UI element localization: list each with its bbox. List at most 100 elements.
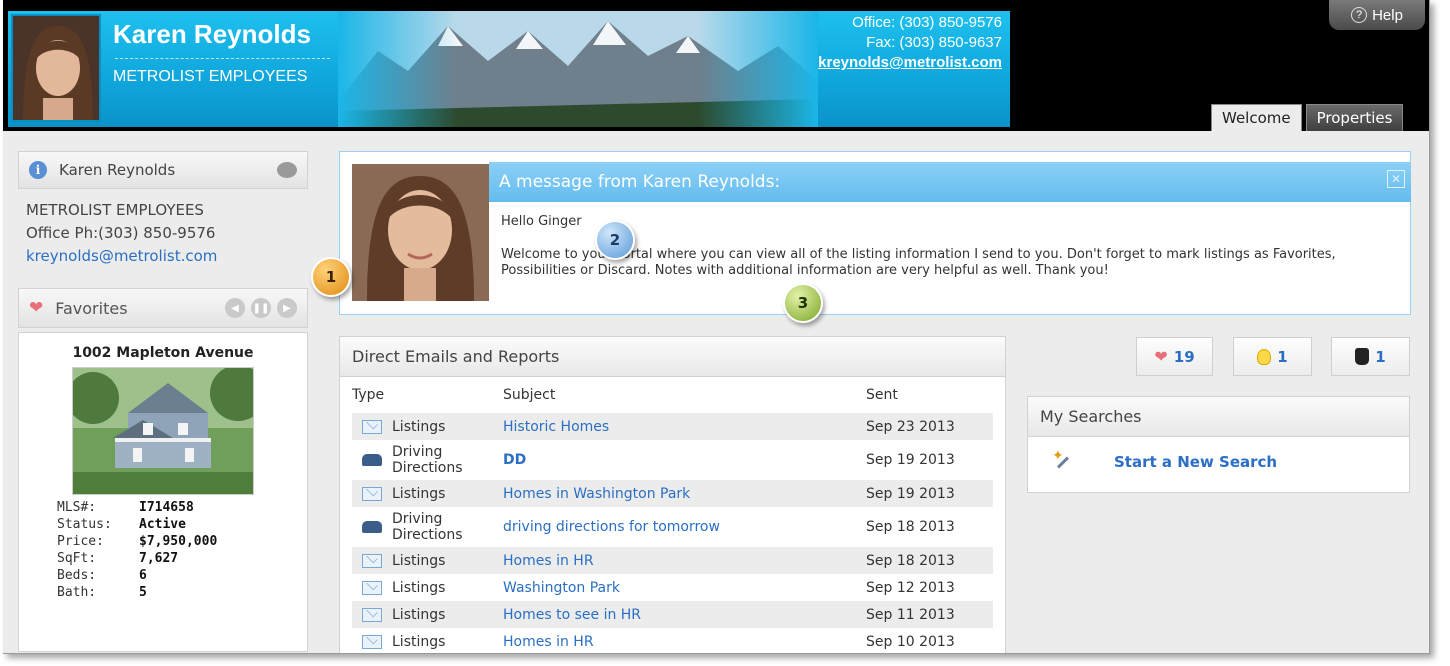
table-row[interactable]: Listings Homes in HR Sep 18 2013 <box>352 547 993 574</box>
row-type: Driving Directions <box>352 444 503 476</box>
heart-icon: ❤ <box>1154 347 1168 366</box>
lightbulb-icon <box>1257 348 1272 365</box>
next-icon[interactable]: ▶ <box>277 298 297 318</box>
tab-welcome[interactable]: Welcome <box>1211 104 1302 131</box>
agent-banner: Karen Reynolds METROLIST EMPLOYEES Offic… <box>8 11 1010 127</box>
tab-properties[interactable]: Properties <box>1305 104 1404 131</box>
column-sent: Sent <box>866 387 898 403</box>
favorites-count-button[interactable]: ❤ 19 <box>1136 337 1213 376</box>
agent-photo <box>11 14 101 122</box>
row-subject-link[interactable]: Homes in Washington Park <box>503 486 866 502</box>
type-label: Listings <box>392 633 446 650</box>
discard-count-button[interactable]: 1 <box>1331 337 1410 376</box>
help-label: Help <box>1372 6 1403 24</box>
detail-value: Active <box>139 517 186 532</box>
row-sent: Sep 11 2013 <box>866 606 955 623</box>
possibilities-count: 1 <box>1277 347 1288 366</box>
detail-row-bath: Bath: 5 <box>57 584 297 601</box>
car-icon <box>362 521 382 533</box>
emails-column-headers: Type Subject Sent <box>340 377 1005 413</box>
favorites-count: 19 <box>1173 347 1195 366</box>
favorite-address[interactable]: 1002 Mapleton Avenue <box>29 345 297 361</box>
agent-info: METROLIST EMPLOYEES Office Ph:(303) 850-… <box>18 189 308 278</box>
table-row[interactable]: Listings Homes in Washington Park Sep 19… <box>352 480 993 507</box>
detail-value: 7,627 <box>139 551 179 566</box>
tab-bar: Welcome Properties <box>1211 104 1404 131</box>
column-subject: Subject <box>503 387 556 403</box>
table-row[interactable]: Listings Historic Homes Sep 23 2013 <box>352 413 993 440</box>
favorite-listing-card[interactable]: 1002 Mapleton Avenue MLS#: I714658 Statu… <box>18 332 308 652</box>
type-label: Listings <box>392 552 446 569</box>
mail-icon <box>362 607 382 622</box>
table-row[interactable]: Driving Directions driving directions fo… <box>352 507 993 547</box>
agent-email-link[interactable]: kreynolds@metrolist.com <box>818 53 1002 73</box>
row-type: Listings <box>352 607 503 623</box>
listing-photo[interactable] <box>72 367 254 495</box>
table-row[interactable]: Driving Directions DD Sep 19 2013 <box>352 440 993 480</box>
help-button[interactable]: ? Help <box>1329 0 1425 30</box>
possibilities-count-button[interactable]: 1 <box>1233 337 1312 376</box>
type-label: Listings <box>392 579 446 596</box>
info-icon: i <box>29 161 47 179</box>
divider <box>115 58 330 59</box>
table-row[interactable]: Listings Homes in HR Sep 10 2013 <box>352 628 993 653</box>
message-agent-photo <box>352 164 489 301</box>
agent-company: METROLIST EMPLOYEES <box>113 68 308 85</box>
detail-row-sqft: SqFt: 7,627 <box>57 550 297 567</box>
agent-name: Karen Reynolds <box>113 19 311 49</box>
row-type: Listings <box>352 419 503 435</box>
message-title-text: A message from Karen Reynolds: <box>499 172 781 192</box>
portal-window: Karen Reynolds METROLIST EMPLOYEES Offic… <box>3 0 1430 654</box>
row-subject-link[interactable]: Homes in HR <box>503 634 866 650</box>
row-subject-link[interactable]: DD <box>503 452 866 468</box>
favorites-nav: ◀ ❚❚ ▶ <box>225 298 297 318</box>
favorites-header: ❤ Favorites ◀ ❚❚ ▶ <box>18 288 308 328</box>
detail-value: I714658 <box>139 500 194 515</box>
magic-wand-icon <box>1052 448 1072 472</box>
callout-3: 3 <box>783 283 823 323</box>
row-subject-link[interactable]: Homes to see in HR <box>503 607 866 623</box>
row-sent: Sep 19 2013 <box>866 452 955 468</box>
detail-key: SqFt: <box>57 551 97 566</box>
type-label: Driving Directions <box>392 511 463 543</box>
heart-icon: ❤ <box>29 298 44 318</box>
column-type: Type <box>352 387 385 403</box>
detail-value: 5 <box>139 585 147 600</box>
previous-icon[interactable]: ◀ <box>225 298 245 318</box>
row-sent: Sep 19 2013 <box>866 485 955 502</box>
type-label: Driving Directions <box>392 444 463 476</box>
agent-info-email-link[interactable]: kreynolds@metrolist.com <box>26 245 300 268</box>
detail-row-status: Status: Active <box>57 516 297 533</box>
detail-key: MLS#: <box>57 500 97 515</box>
row-subject-link[interactable]: Historic Homes <box>503 419 866 435</box>
row-type: Listings <box>352 486 503 502</box>
row-sent: Sep 10 2013 <box>866 633 955 650</box>
detail-key: Price: <box>57 534 104 549</box>
row-subject-link[interactable]: Washington Park <box>503 580 866 596</box>
type-label: Listings <box>392 485 446 502</box>
start-new-search-link[interactable]: Start a New Search <box>1114 453 1277 471</box>
emails-table: Listings Historic Homes Sep 23 2013 Driv… <box>340 413 1005 653</box>
row-sent: Sep 23 2013 <box>866 418 955 435</box>
chat-icon[interactable] <box>277 162 297 178</box>
agent-info-name: Karen Reynolds <box>59 161 176 179</box>
table-row[interactable]: Listings Homes to see in HR Sep 11 2013 <box>352 601 993 628</box>
row-type: Listings <box>352 580 503 596</box>
type-label: Listings <box>392 418 446 435</box>
table-row[interactable]: Listings Washington Park Sep 12 2013 <box>352 574 993 601</box>
callout-2: 2 <box>595 220 635 260</box>
agent-info-company: METROLIST EMPLOYEES <box>26 201 204 219</box>
pause-icon[interactable]: ❚❚ <box>251 298 271 318</box>
detail-row-beds: Beds: 6 <box>57 567 297 584</box>
header: Karen Reynolds METROLIST EMPLOYEES Offic… <box>3 0 1429 131</box>
row-type: Driving Directions <box>352 511 503 543</box>
callout-1: 1 <box>311 257 351 297</box>
message-body: Hello Ginger Welcome to your Portal wher… <box>501 214 1396 279</box>
close-icon[interactable]: ✕ <box>1387 170 1405 188</box>
mail-icon <box>362 580 382 595</box>
welcome-message-panel: A message from Karen Reynolds: ✕ Hello G… <box>339 151 1411 315</box>
row-subject-link[interactable]: Homes in HR <box>503 553 866 569</box>
row-subject-link[interactable]: driving directions for tomorrow <box>503 519 866 535</box>
detail-key: Bath: <box>57 585 97 600</box>
emails-title: Direct Emails and Reports <box>340 337 1005 377</box>
